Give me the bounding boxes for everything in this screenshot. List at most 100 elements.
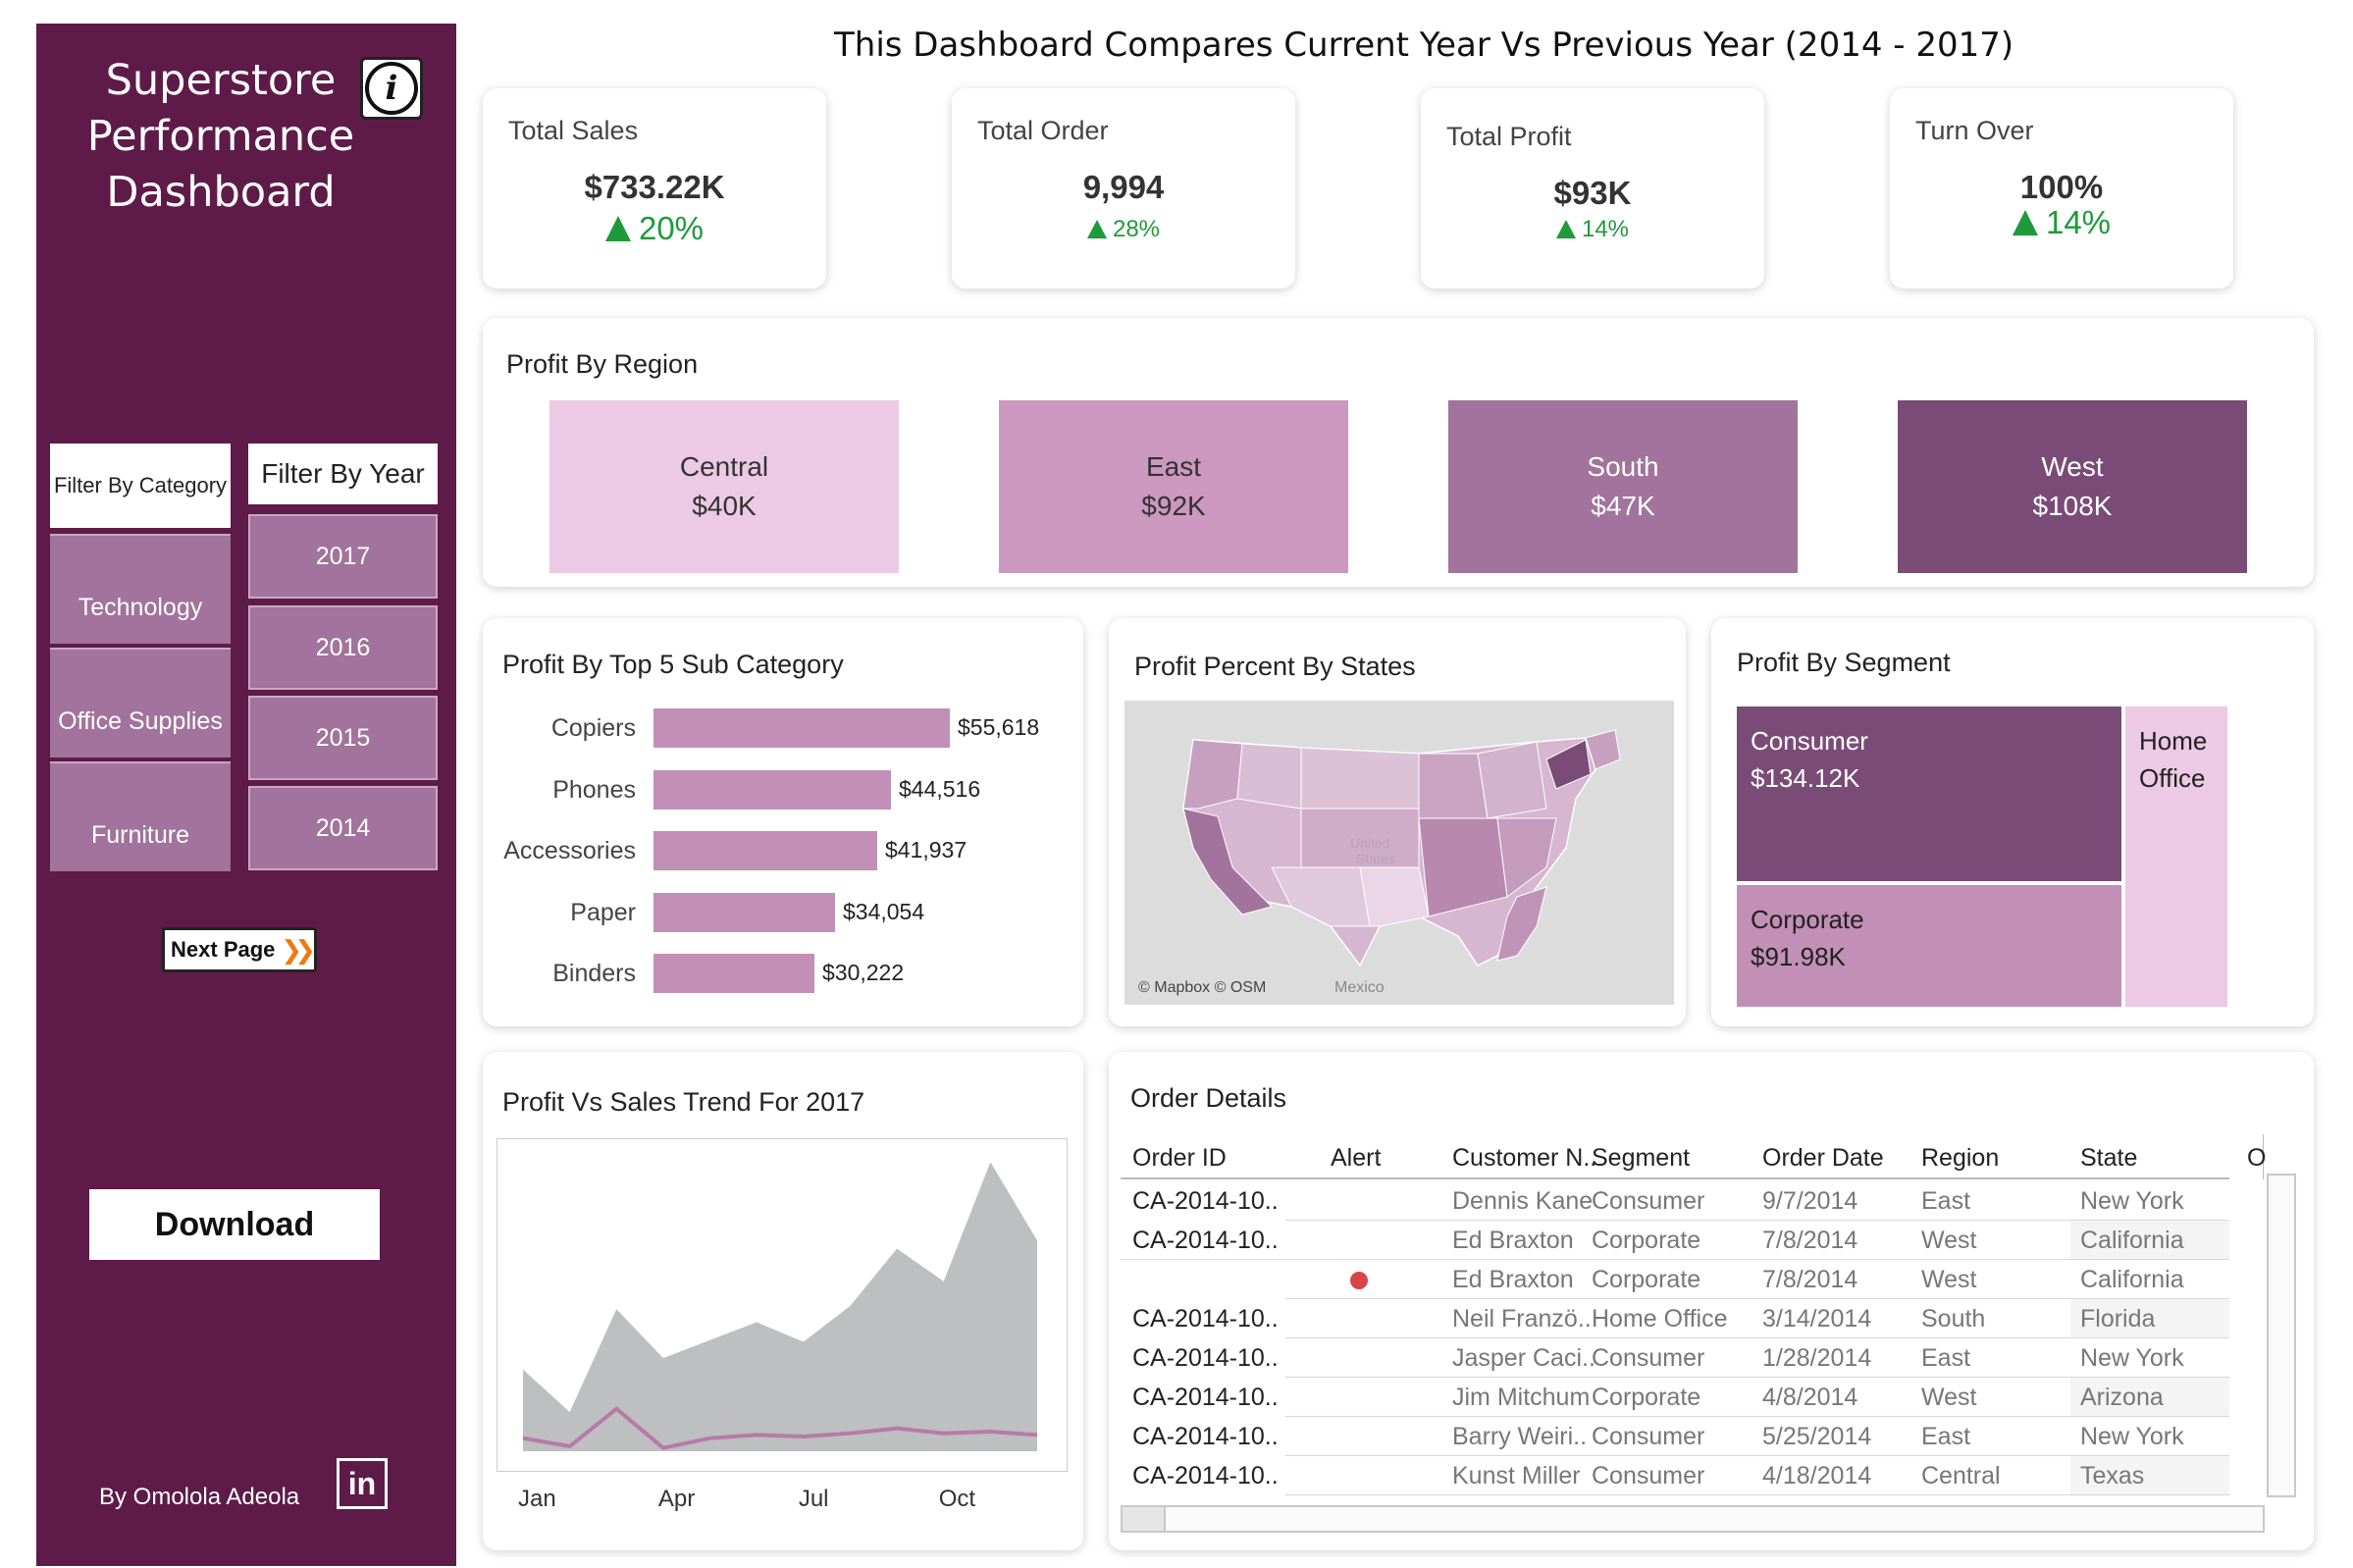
table-cell[interactable]: Consumer <box>1592 1187 1704 1216</box>
region-value: $92K <box>1141 491 1206 521</box>
table-cell[interactable]: 7/8/2014 <box>1762 1227 1857 1255</box>
x-tick-label: Oct <box>938 1486 976 1512</box>
year-2015-button[interactable]: 2015 <box>248 696 438 780</box>
category-furniture-button[interactable]: Furniture <box>50 761 231 871</box>
linkedin-icon[interactable]: in <box>337 1458 388 1509</box>
segment-tile-consumer[interactable]: Consumer $134.12K <box>1737 706 2121 881</box>
column-header[interactable]: Segment <box>1592 1144 1690 1173</box>
table-cell[interactable]: Consumer <box>1592 1423 1704 1451</box>
table-cell[interactable]: Home Office <box>1592 1305 1727 1333</box>
card-title: Order Details <box>1130 1083 1287 1113</box>
table-cell[interactable]: Ed Braxton <box>1452 1266 1574 1294</box>
kpi-delta: 14% <box>1890 204 2233 241</box>
order-id-cell[interactable]: CA-2014-10.. <box>1132 1462 1279 1490</box>
table-cell[interactable]: 1/28/2014 <box>1762 1344 1871 1373</box>
table-cell[interactable]: Neil Franzö.. <box>1452 1305 1592 1333</box>
table-cell[interactable]: 4/8/2014 <box>1762 1384 1857 1412</box>
table-cell[interactable]: Kunst Miller <box>1452 1462 1581 1490</box>
table-cell[interactable]: Barry Weiri.. <box>1452 1423 1587 1451</box>
vertical-scrollbar[interactable] <box>2267 1174 2296 1497</box>
column-header[interactable]: Order Date <box>1762 1144 1884 1173</box>
table-cell[interactable]: California <box>2080 1266 2184 1294</box>
title-line: Superstore <box>105 56 337 105</box>
column-header[interactable]: O <box>2247 1144 2266 1173</box>
order-id-cell[interactable]: CA-2014-10.. <box>1132 1344 1279 1373</box>
kpi-value: 100% <box>2019 169 2104 205</box>
table-cell[interactable]: California <box>2080 1227 2184 1255</box>
table-cell[interactable]: East <box>1921 1344 1970 1373</box>
year-2016-button[interactable]: 2016 <box>248 605 438 690</box>
table-cell[interactable]: West <box>1921 1266 1977 1294</box>
next-page-button[interactable]: Next Page ❯❯ <box>162 927 317 972</box>
up-triangle-icon <box>604 216 631 241</box>
bar[interactable] <box>654 892 835 932</box>
column-header[interactable]: Order ID <box>1132 1144 1227 1173</box>
column-header[interactable]: State <box>2080 1144 2137 1173</box>
segment-tile-home-office[interactable]: Home Office <box>2125 706 2227 1007</box>
horizontal-scrollbar[interactable] <box>1121 1505 2265 1533</box>
category-technology-button[interactable]: Technology <box>50 534 231 644</box>
us-states-map-graphic: United States <box>1182 729 1621 967</box>
info-icon[interactable]: i <box>360 57 423 120</box>
region-tile-east[interactable]: East $92K <box>999 400 1348 573</box>
table-cell[interactable]: New York <box>2080 1423 2184 1451</box>
download-button[interactable]: Download <box>89 1189 380 1260</box>
table-cell[interactable]: 9/7/2014 <box>1762 1187 1857 1216</box>
table-cell[interactable]: New York <box>2080 1187 2184 1216</box>
column-header[interactable]: Customer N.. <box>1452 1144 1596 1173</box>
order-id-cell[interactable]: CA-2014-10.. <box>1132 1187 1279 1216</box>
table-cell[interactable]: Jasper Caci.. <box>1452 1344 1595 1373</box>
bar[interactable] <box>654 954 814 993</box>
kpi-card-total-profit: Total Profit $93K 14% <box>1421 88 1764 288</box>
column-header[interactable]: Region <box>1921 1144 1999 1173</box>
bar-value-label: $30,222 <box>822 960 905 985</box>
bar[interactable] <box>654 831 877 870</box>
table-cell[interactable]: Jim Mitchum <box>1452 1384 1590 1412</box>
column-header[interactable]: Alert <box>1331 1144 1381 1173</box>
table-cell[interactable]: East <box>1921 1187 1970 1216</box>
table-cell[interactable]: South <box>1921 1305 1985 1333</box>
segment-tile-corporate[interactable]: Corporate $91.98K <box>1737 885 2121 1007</box>
region-name: West <box>2041 451 2104 482</box>
year-2017-button[interactable]: 2017 <box>248 514 438 599</box>
bar[interactable] <box>654 708 950 748</box>
us-map[interactable]: United States © Mapbox © OSM Mexico <box>1124 701 1674 1005</box>
table-cell[interactable]: Corporate <box>1592 1384 1700 1412</box>
table-cell[interactable]: West <box>1921 1384 1977 1412</box>
table-cell[interactable]: Consumer <box>1592 1344 1704 1373</box>
table-cell[interactable]: Central <box>1921 1462 2001 1490</box>
order-id-cell[interactable]: CA-2014-10.. <box>1132 1423 1279 1451</box>
category-office-supplies-button[interactable]: Office Supplies <box>50 648 231 758</box>
table-cell[interactable]: East <box>1921 1423 1970 1451</box>
table-cell[interactable]: Florida <box>2080 1305 2155 1333</box>
table-cell[interactable]: 4/18/2014 <box>1762 1462 1871 1490</box>
order-id-cell[interactable]: CA-2014-10.. <box>1132 1227 1279 1255</box>
table-cell[interactable]: Corporate <box>1592 1266 1700 1294</box>
table-cell[interactable]: Corporate <box>1592 1227 1700 1255</box>
table-cell[interactable]: Ed Braxton <box>1452 1227 1574 1255</box>
region-tile-south[interactable]: South $47K <box>1448 400 1798 573</box>
title-line: Performance <box>86 112 355 161</box>
table-cell[interactable]: 7/8/2014 <box>1762 1266 1857 1294</box>
table-cell[interactable]: West <box>1921 1227 1977 1255</box>
order-id-cell[interactable]: CA-2014-10.. <box>1132 1305 1279 1333</box>
table-cell[interactable]: 5/25/2014 <box>1762 1423 1871 1451</box>
kpi-label: Total Order <box>977 116 1109 145</box>
bar[interactable] <box>654 769 891 810</box>
region-name: Central <box>679 451 769 482</box>
table-cell[interactable]: 3/14/2014 <box>1762 1305 1871 1333</box>
table-cell[interactable]: Arizona <box>2080 1384 2164 1412</box>
table-cell[interactable]: Dennis Kane <box>1452 1187 1593 1216</box>
table-cell[interactable]: New York <box>2080 1344 2184 1373</box>
region-tile-west[interactable]: West $108K <box>1898 400 2247 573</box>
order-id-cell[interactable]: CA-2014-10.. <box>1132 1384 1279 1412</box>
region-tile-central[interactable]: Central $40K <box>549 400 899 573</box>
bar-value-label: $34,054 <box>843 898 925 924</box>
page-title: This Dashboard Compares Current Year Vs … <box>834 26 2014 65</box>
scrollbar-thumb[interactable] <box>1123 1507 1166 1531</box>
year-2014-button[interactable]: 2014 <box>248 786 438 870</box>
table-cell[interactable]: Consumer <box>1592 1462 1704 1490</box>
sales-area[interactable] <box>523 1162 1037 1451</box>
row-divider <box>1285 1494 2229 1495</box>
table-cell[interactable]: Texas <box>2080 1462 2144 1490</box>
